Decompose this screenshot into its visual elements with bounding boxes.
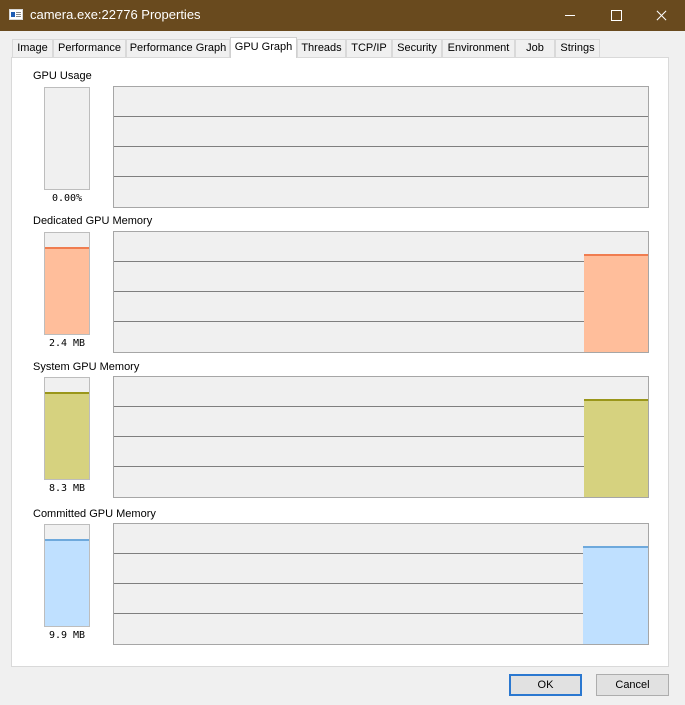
- dedicated-gpu-memory-meter: [44, 232, 90, 335]
- graph-gridline: [114, 321, 648, 322]
- committed-gpu-memory-graph: [113, 523, 649, 645]
- tab-strings[interactable]: Strings: [555, 39, 600, 57]
- graph-gridline: [114, 146, 648, 147]
- dedicated-gpu-memory-graph: [113, 231, 649, 353]
- committed-gpu-memory-graph-fill: [583, 545, 648, 644]
- gpu-usage-value: 0.00%: [51, 193, 83, 204]
- close-button[interactable]: [639, 0, 685, 31]
- system-gpu-memory-graph: [113, 376, 649, 498]
- graph-gridline: [114, 466, 648, 467]
- system-gpu-memory-graph-fill: [584, 398, 648, 497]
- tab-tcpip[interactable]: TCP/IP: [346, 39, 392, 57]
- window-title: camera.exe:22776 Properties: [30, 7, 201, 22]
- dedicated-gpu-memory-meter-fill: [45, 247, 89, 334]
- tab-strip: Image Performance Performance Graph GPU …: [0, 37, 685, 58]
- graph-gridline: [114, 291, 648, 292]
- committed-gpu-memory-value: 9.9 MB: [48, 630, 86, 641]
- system-gpu-memory-value: 8.3 MB: [48, 483, 86, 494]
- graph-gridline: [114, 436, 648, 437]
- tab-job[interactable]: Job: [515, 39, 555, 57]
- graph-gridline: [114, 176, 648, 177]
- dedicated-gpu-memory-value: 2.4 MB: [48, 338, 86, 349]
- committed-gpu-memory-label: Committed GPU Memory: [33, 508, 156, 520]
- gpu-graph-panel: GPU Usage 0.00% Dedicated GPU Memory 2.4…: [11, 57, 669, 667]
- graph-gridline: [114, 116, 648, 117]
- title-bar[interactable]: camera.exe:22776 Properties: [0, 0, 685, 31]
- graph-gridline: [114, 261, 648, 262]
- gpu-usage-label: GPU Usage: [33, 70, 92, 82]
- ok-button[interactable]: OK: [509, 674, 582, 696]
- dedicated-gpu-memory-graph-fill: [584, 253, 648, 352]
- graph-gridline: [114, 583, 648, 584]
- graph-gridline: [114, 553, 648, 554]
- minimize-button[interactable]: [547, 0, 593, 31]
- tab-image[interactable]: Image: [12, 39, 53, 57]
- tab-performance-graph[interactable]: Performance Graph: [126, 39, 230, 57]
- gpu-usage-meter: [44, 87, 90, 190]
- graph-gridline: [114, 613, 648, 614]
- tab-gpu-graph[interactable]: GPU Graph: [230, 37, 297, 58]
- tab-environment[interactable]: Environment: [442, 39, 515, 57]
- maximize-button[interactable]: [593, 0, 639, 31]
- tab-security[interactable]: Security: [392, 39, 442, 57]
- app-icon: [9, 9, 23, 20]
- tab-performance[interactable]: Performance: [53, 39, 126, 57]
- gpu-usage-graph: [113, 86, 649, 208]
- committed-gpu-memory-meter: [44, 524, 90, 627]
- system-gpu-memory-meter-fill: [45, 392, 89, 479]
- graph-gridline: [114, 406, 648, 407]
- dedicated-gpu-memory-label: Dedicated GPU Memory: [33, 215, 153, 227]
- tab-threads[interactable]: Threads: [297, 39, 346, 57]
- committed-gpu-memory-meter-fill: [45, 539, 89, 626]
- cancel-button[interactable]: Cancel: [596, 674, 669, 696]
- system-gpu-memory-meter: [44, 377, 90, 480]
- system-gpu-memory-label: System GPU Memory: [33, 361, 140, 373]
